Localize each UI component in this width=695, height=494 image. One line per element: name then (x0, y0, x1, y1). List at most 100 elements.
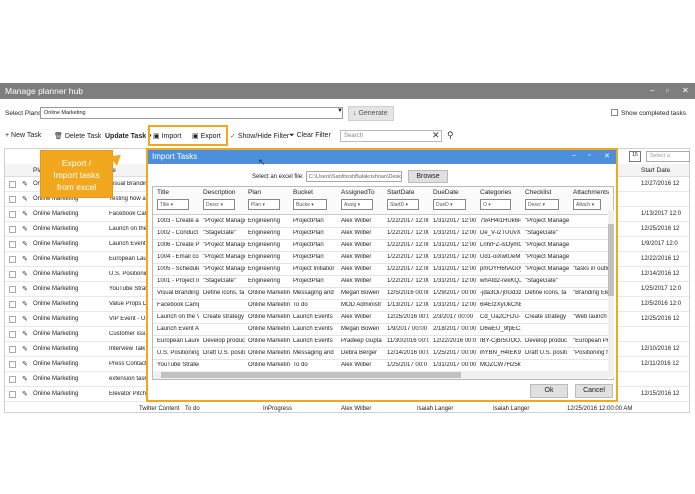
horizontal-scroll-thumb[interactable] (161, 372, 461, 378)
show-hide-filter-button[interactable]: ✓ Show/Hide Filter (230, 132, 289, 140)
row-checkbox[interactable] (9, 301, 16, 308)
row-checkbox[interactable] (9, 211, 16, 218)
close-icon[interactable]: ✕ (604, 152, 610, 160)
clear-search-icon[interactable]: ✕ (432, 130, 440, 141)
update-task-button[interactable]: Update Task ▾ (105, 132, 152, 140)
row-checkbox[interactable] (9, 226, 16, 233)
table-row[interactable]: 1001 - Project Ir "StageGate" Engineering P… (153, 276, 608, 288)
minimize-icon[interactable]: – (650, 86, 654, 95)
column-header[interactable]: DueDate (433, 189, 459, 196)
delete-task-button[interactable]: 🗑 Delete Task (54, 132, 101, 140)
column-filter-dropdown[interactable]: O ▾ (480, 199, 511, 210)
minimize-icon[interactable]: – (572, 152, 576, 159)
show-completed-checkbox[interactable] (611, 109, 618, 116)
column-header[interactable]: Attachments (573, 189, 609, 196)
table-cell: ProjectPlan (293, 254, 324, 260)
generate-button[interactable]: ↓ Generate (348, 106, 394, 121)
column-filter-dropdown[interactable]: StartD ▾ (387, 199, 419, 210)
horizontal-scrollbar[interactable] (153, 371, 608, 379)
edit-pencil-icon[interactable]: ✎ (22, 390, 28, 398)
restore-icon[interactable]: ▫ (588, 152, 590, 159)
column-filter-dropdown[interactable]: DueD ▾ (433, 199, 466, 210)
row-checkbox[interactable] (9, 241, 16, 248)
table-row[interactable]: Launch on the V Create strategy Online Mar… (153, 312, 611, 324)
edit-pencil-icon[interactable]: ✎ (22, 240, 28, 248)
edit-pencil-icon[interactable]: ✎ (22, 195, 28, 203)
ok-button[interactable]: Ok (530, 384, 568, 398)
column-filter-dropdown[interactable]: Title ▾ (157, 199, 189, 210)
search-icon[interactable]: ⚲ (447, 130, 454, 141)
file-path-input[interactable]: C:\Users\SanthoshBalakrishnan\Desk (306, 171, 402, 182)
cell-plan: Online Marketing (33, 301, 79, 307)
calendar-icon[interactable]: 15 (629, 151, 641, 162)
clear-filter-button[interactable]: ⏷ Clear Filter (289, 132, 331, 140)
show-completed-toggle[interactable]: Show completed tasks (611, 109, 686, 117)
column-filter-dropdown[interactable]: Plan ▾ (248, 199, 280, 210)
table-cell: Engineering (248, 266, 281, 272)
chevron-down-icon[interactable]: ▼ (337, 108, 343, 114)
edit-pencil-icon[interactable]: ✎ (22, 345, 28, 353)
table-row[interactable]: 1003 - Create ar "Project Manage Engineeri… (153, 216, 608, 228)
close-icon[interactable]: ✕ (682, 86, 689, 95)
row-checkbox[interactable] (9, 391, 16, 398)
column-header[interactable]: Title (157, 189, 169, 196)
column-header[interactable]: AssignedTo (341, 189, 375, 196)
column-filter-dropdown[interactable]: Attach ▾ (573, 199, 601, 210)
column-filter-dropdown[interactable]: Assig ▾ (341, 199, 373, 210)
column-filter-dropdown[interactable]: Bucke ▾ (293, 199, 327, 210)
edit-pencil-icon[interactable]: ✎ (22, 285, 28, 293)
table-row[interactable]: 1006 - Create Pr "Project Manage Engineeri… (153, 240, 608, 252)
table-row[interactable]: 1004 - Email cor "Project Manage Engineeri… (153, 252, 608, 264)
vertical-scrollbar[interactable] (608, 210, 614, 378)
column-header[interactable]: Checklist (525, 189, 551, 196)
row-checkbox[interactable] (9, 271, 16, 278)
column-header[interactable]: StartDate (387, 189, 414, 196)
edit-pencil-icon[interactable]: ✎ (22, 225, 28, 233)
table-row[interactable]: U.S. Positioning Draft U.S. positi Online … (153, 348, 611, 360)
grid-last-row[interactable]: Twitter Content To do InProgress Alex Wi… (5, 405, 689, 412)
edit-pencil-icon[interactable]: ✎ (22, 330, 28, 338)
row-checkbox[interactable] (9, 361, 16, 368)
column-filter-dropdown[interactable]: Descr ▾ (203, 199, 235, 210)
import-preview-table: Title Title ▾ Description Descr ▾ Plan Plan ▾… (152, 186, 614, 380)
row-checkbox[interactable] (9, 346, 16, 353)
edit-pencil-icon[interactable]: ✎ (22, 210, 28, 218)
restore-icon[interactable]: ▫ (666, 86, 669, 95)
column-filter-dropdown[interactable]: Descr ▾ (525, 199, 559, 210)
search-input[interactable]: Search (340, 130, 442, 142)
row-checkbox[interactable] (9, 181, 16, 188)
table-row[interactable]: Facebook Camp Online Marketin To do MOD Adm… (153, 300, 608, 312)
edit-pencil-icon[interactable]: ✎ (22, 315, 28, 323)
plans-select[interactable]: Online Marketing (40, 107, 343, 119)
edit-pencil-icon[interactable]: ✎ (22, 180, 28, 188)
vertical-scroll-thumb[interactable] (608, 224, 614, 296)
table-row[interactable]: Launch Event Ar Online Marketin Launch Eve… (153, 324, 608, 336)
chevron-down-icon: ▾ (169, 202, 174, 208)
row-checkbox[interactable] (9, 376, 16, 383)
edit-pencil-icon[interactable]: ✎ (22, 375, 28, 383)
table-row[interactable]: Visual Branding Define icons, ta Online Ma… (153, 288, 610, 300)
new-task-button[interactable]: + New Task (5, 132, 41, 139)
row-checkbox[interactable] (9, 256, 16, 263)
edit-pencil-icon[interactable]: ✎ (22, 255, 28, 263)
column-header[interactable]: Categories (480, 189, 511, 196)
table-row[interactable]: European Launc Develop produc Online Marke… (153, 336, 611, 348)
row-checkbox[interactable] (9, 316, 16, 323)
edit-pencil-icon[interactable]: ✎ (22, 300, 28, 308)
edit-pencil-icon[interactable]: ✎ (22, 360, 28, 368)
column-header[interactable]: Plan (248, 189, 261, 196)
row-checkbox[interactable] (9, 196, 16, 203)
row-checkbox[interactable] (9, 286, 16, 293)
start-date-filter[interactable]: Select a (646, 151, 690, 162)
delete-task-label: Delete Task (64, 133, 102, 140)
table-row[interactable]: 1002 - Conduct "StageGate" Engineering Proj… (153, 228, 608, 240)
edit-pencil-icon[interactable]: ✎ (22, 270, 28, 278)
col-start-date[interactable]: Start Date (641, 167, 670, 174)
cell-start-date: 1/25/2017 12:0 (641, 286, 682, 292)
column-header[interactable]: Description (203, 189, 236, 196)
row-checkbox[interactable] (9, 331, 16, 338)
browse-button[interactable]: Browse (408, 170, 448, 183)
cancel-button[interactable]: Cancel (575, 384, 613, 398)
column-header[interactable]: Bucket (293, 189, 313, 196)
table-row[interactable]: 1005 - Schedule "Project Manage Engineerin… (153, 264, 610, 276)
